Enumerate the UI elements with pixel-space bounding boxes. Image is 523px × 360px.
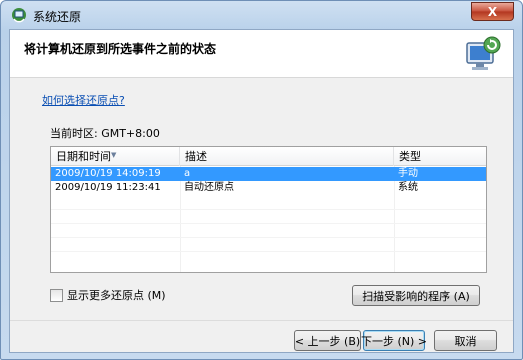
cell-type: 手动	[398, 168, 418, 179]
page-title: 将计算机还原到所选事件之前的状态	[24, 42, 217, 56]
timezone-label: 当前时区: GMT+8:00	[50, 127, 160, 140]
footer-divider	[10, 320, 513, 321]
scan-affected-programs-button[interactable]: 扫描受影响的程序 (A)	[352, 285, 480, 306]
column-header-date[interactable]: 日期和时间 ▼	[51, 147, 180, 166]
row-divider	[51, 209, 486, 210]
close-button[interactable]: X	[471, 2, 514, 21]
row-divider	[51, 237, 486, 238]
list-header: 日期和时间 ▼ 描述 类型	[51, 147, 486, 166]
show-more-checkbox[interactable]: 显示更多还原点 (M)	[50, 287, 166, 303]
system-restore-icon	[12, 8, 26, 23]
restore-point-list[interactable]: 日期和时间 ▼ 描述 类型 2009/10/19 14:09:19 a 手动 2…	[50, 146, 487, 273]
cell-description: 自动还原点	[184, 182, 234, 193]
dialog-client: 将计算机还原到所选事件之前的状态 如何选择还原点? 当前时区: GMT+8:00…	[9, 29, 514, 353]
checkbox-label: 显示更多还原点 (M)	[67, 289, 166, 302]
header-band: 将计算机还原到所选事件之前的状态	[10, 30, 513, 78]
table-row[interactable]: 2009/10/19 14:09:19 a 手动	[51, 167, 486, 181]
cell-date: 2009/10/19 11:23:41	[55, 182, 161, 193]
table-row[interactable]: 2009/10/19 11:23:41 自动还原点 系统	[51, 181, 486, 195]
next-button[interactable]: 下一步 (N) >	[361, 330, 427, 351]
row-divider	[51, 251, 486, 252]
cell-type: 系统	[398, 182, 418, 193]
cell-description: a	[184, 168, 191, 179]
restore-monitor-icon	[466, 36, 501, 70]
row-divider	[51, 223, 486, 224]
help-link[interactable]: 如何选择还原点?	[42, 92, 125, 108]
window-frame: 系统还原 X 将计算机还原到所选事件之前的状态 如何选择还原点? 当前时区: G…	[0, 0, 523, 360]
close-icon: X	[487, 4, 498, 19]
sort-arrow-icon: ▼	[111, 151, 117, 159]
cell-date: 2009/10/19 14:09:19	[55, 168, 161, 179]
window-title: 系统还原	[33, 10, 82, 24]
checkbox-box[interactable]	[50, 288, 63, 302]
title-bar: 系统还原 X	[1, 1, 522, 29]
back-button[interactable]: < 上一步 (B)	[294, 330, 361, 351]
column-header-description[interactable]: 描述	[180, 147, 394, 166]
cancel-button[interactable]: 取消	[434, 330, 497, 351]
column-header-type[interactable]: 类型	[394, 147, 486, 166]
